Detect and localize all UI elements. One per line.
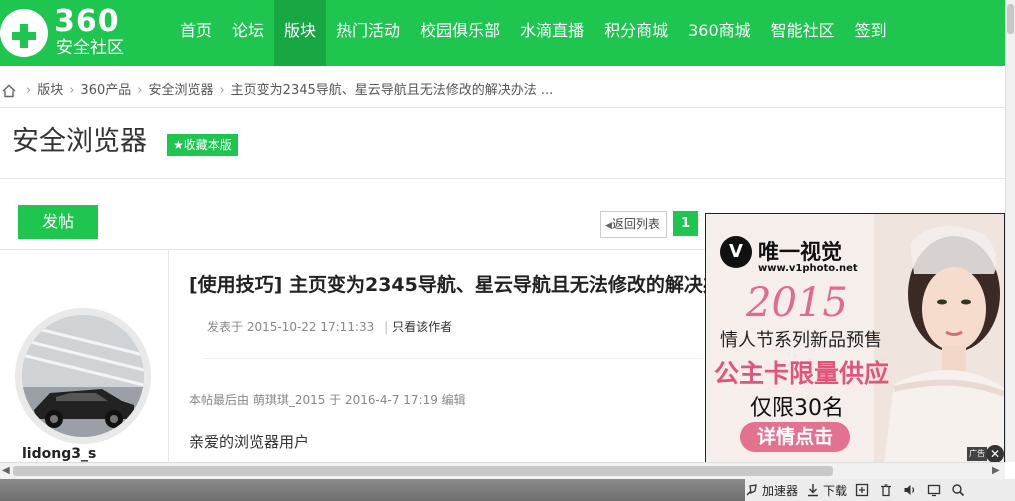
plus-box-icon[interactable] [855,483,869,497]
favorite-board-button[interactable]: ★收藏本版 [167,134,238,156]
chevron-right-icon: › [69,83,75,98]
back-to-list-button[interactable]: ◀返回列表 [600,211,667,238]
edit-note: 本帖最后由 萌琪琪_2015 于 2016-4-7 17:19 编辑 [189,393,466,407]
chevron-right-icon: › [26,83,32,98]
trash-icon[interactable] [879,483,893,497]
logo-plus-icon [0,9,48,57]
ad-line-3: 仅限30名 [750,396,844,421]
download-label: 下载 [823,483,848,498]
ad-label: 广告 [967,447,987,461]
site-header: 360 安全社区 首页 论坛 版块 热门活动 校园俱乐部 水滴直播 积分商城 3… [0,0,1005,66]
nav-item-360-mall[interactable]: 360商城 [678,0,761,66]
chevron-right-icon: › [137,83,143,98]
nav-item-events[interactable]: 热门活动 [326,0,410,66]
browser-statusbar: 加速器 下载 [0,479,1015,501]
ad-url: www.v1photo.net [758,263,858,274]
ad-brand-logo: V [720,236,752,268]
home-icon[interactable] [2,84,16,98]
ad-line-1: 情人节系列新品预售 [720,330,882,351]
zoom-icon[interactable] [951,483,965,497]
ad-line-2: 公主卡限量供应 [714,359,890,388]
page-number-current[interactable]: 1 [673,211,698,236]
divider [0,178,1005,179]
logo-text: 安全社区 [56,38,124,58]
main-nav: 首页 论坛 版块 热门活动 校园俱乐部 水滴直播 积分商城 360商城 智能社区… [170,0,897,66]
floating-ad[interactable]: V 唯一视觉 www.v1photo.net 2015 情人节系列新品预售 公主… [705,213,1005,463]
author-username[interactable]: lidong3_s [22,446,96,462]
ad-year: 2015 [746,280,848,326]
thread-title: [使用技巧] 主页变为2345导航、星云导航且无法修改的解决办法 [189,274,709,296]
scroll-left-icon[interactable]: ◀ [2,465,10,476]
volume-icon[interactable] [903,483,917,497]
post-date: 发表于 2015-10-22 17:11:33 [207,320,375,334]
vertical-scrollbar[interactable] [1005,0,1015,462]
ad-details-button[interactable]: 详情点击 [740,422,850,452]
scroll-right-icon[interactable]: ▶ [992,465,1000,476]
screen-icon[interactable] [927,483,941,497]
nav-item-home[interactable]: 首页 [170,0,222,66]
only-author-link[interactable]: 只看该作者 [392,320,452,334]
logo-number: 360 [54,4,120,39]
triangle-left-icon: ◀ [605,221,612,231]
chevron-right-icon: › [219,83,225,98]
nav-item-campus[interactable]: 校园俱乐部 [410,0,510,66]
download-button[interactable]: 下载 [806,482,847,499]
author-column-divider [168,249,169,464]
statusbar-tools: 加速器 下载 [745,479,1015,501]
divider [0,107,1005,108]
nav-item-smart[interactable]: 智能社区 [761,0,845,66]
breadcrumb-boards[interactable]: 版块 [37,78,63,104]
breadcrumb: › 版块 › 360产品 › 安全浏览器 › 主页变为2345导航、星云导航且无… [0,78,553,104]
ad-model-photo [874,214,1004,462]
download-icon [808,484,819,497]
rocket-icon [746,484,757,496]
forum-title: 安全浏览器 [12,126,147,157]
nav-item-boards[interactable]: 版块 [274,0,327,66]
breadcrumb-360-products[interactable]: 360产品 [80,78,131,104]
accelerator-label: 加速器 [762,483,799,498]
breadcrumb-browser[interactable]: 安全浏览器 [148,78,213,104]
nav-item-checkin[interactable]: 签到 [845,0,897,66]
horizontal-scrollbar[interactable]: ◀ ▶ [0,462,1005,480]
avatar[interactable] [15,308,151,444]
new-post-button[interactable]: 发帖 [18,205,98,239]
accelerator-button[interactable]: 加速器 [745,482,798,499]
nav-item-points-mall[interactable]: 积分商城 [594,0,678,66]
nav-item-live[interactable]: 水滴直播 [510,0,594,66]
back-to-list-label: 返回列表 [611,217,660,231]
post-body: 亲爱的浏览器用户 [189,433,310,451]
meta-separator: | [384,320,389,334]
scrollbar-thumb[interactable] [13,466,833,476]
post-meta: 发表于 2015-10-22 17:11:33 | 只看该作者 [207,318,452,335]
ad-brand-name: 唯一视觉 [758,240,842,264]
breadcrumb-thread[interactable]: 主页变为2345导航、星云导航且无法修改的解决办法 ... [231,78,554,104]
nav-item-forum[interactable]: 论坛 [222,0,274,66]
site-logo[interactable]: 360 安全社区 [0,6,150,60]
close-icon[interactable]: ✕ [986,445,1004,462]
divider [203,358,703,359]
